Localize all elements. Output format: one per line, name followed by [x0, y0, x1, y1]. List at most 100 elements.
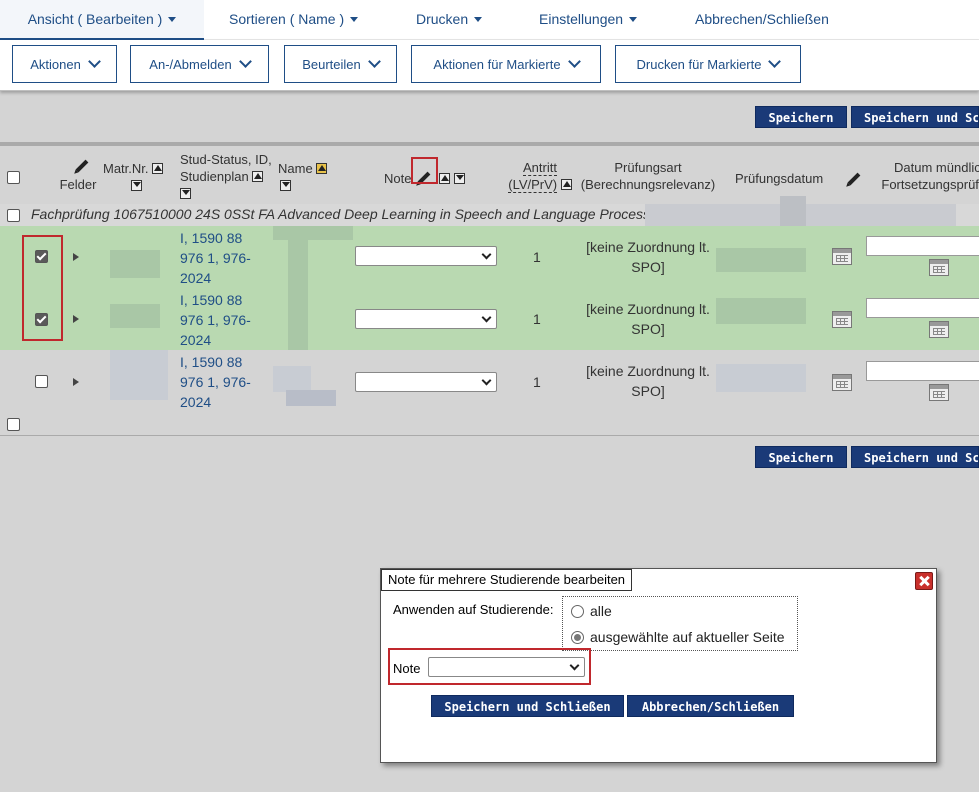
redacted-name — [288, 288, 308, 350]
dialog-cancel-button[interactable]: Abbrechen/Schließen — [627, 695, 794, 717]
calendar-icon[interactable] — [929, 259, 949, 276]
calendar-icon[interactable] — [832, 374, 852, 391]
name-column-header: Name — [278, 160, 338, 194]
apply-options-group: alle ausgewählte auf aktueller Seite — [562, 596, 798, 651]
row-checkbox[interactable] — [35, 375, 48, 388]
menu-settings-label: Einstellungen — [539, 11, 624, 27]
marked-print-button-label: Drucken für Markierte — [636, 57, 762, 72]
calendar-icon[interactable] — [832, 311, 852, 328]
datum-muendlich-input[interactable] — [866, 236, 979, 256]
redacted-date — [716, 248, 806, 272]
radio-all-label[interactable]: alle — [590, 603, 612, 619]
datum-muendlich-input[interactable] — [866, 298, 979, 318]
save-button-top[interactable]: Speichern — [755, 106, 847, 128]
dialog-save-close-button[interactable]: Speichern und Schließen — [431, 695, 624, 717]
pruefungsdatum-edit-pencil-icon[interactable] — [847, 172, 861, 186]
note-pencil-highlight — [411, 157, 438, 184]
caret-down-icon — [474, 17, 483, 22]
expand-arrow-icon[interactable] — [73, 315, 79, 323]
row-status[interactable]: I, 1590 88 976 1, 976- 2024 — [180, 228, 260, 288]
sort-ascending-icon[interactable] — [152, 163, 164, 174]
redacted-name — [273, 226, 353, 240]
redacted-area — [780, 196, 806, 226]
save-close-button-top[interactable]: Speichern und Schließen — [851, 106, 979, 128]
note-select[interactable] — [355, 372, 497, 392]
radio-selected[interactable] — [571, 631, 584, 644]
calendar-icon[interactable] — [929, 384, 949, 401]
actions-button[interactable]: Aktionen — [12, 45, 117, 83]
menu-print[interactable]: Drucken — [416, 0, 483, 38]
row-status[interactable]: I, 1590 88 976 1, 976- 2024 — [180, 290, 260, 350]
calendar-icon[interactable] — [832, 248, 852, 265]
menu-sort[interactable]: Sortieren ( Name ) — [229, 0, 359, 38]
filter-icon[interactable] — [453, 173, 465, 184]
chevron-down-icon — [367, 55, 381, 68]
redacted-date — [716, 364, 806, 392]
filter-icon[interactable] — [180, 188, 191, 199]
antritt-column-header: Antritt (LV/PrV) — [505, 159, 575, 193]
grade-button-label: Beurteilen — [302, 57, 361, 72]
expand-arrow-icon[interactable] — [73, 253, 79, 261]
redacted-name — [286, 390, 336, 406]
note-select[interactable] — [355, 309, 497, 329]
footer-checkbox[interactable] — [7, 418, 20, 431]
note-field-highlight — [388, 648, 591, 685]
pruefungsart-line: [keine Zuordnung lt. — [586, 301, 710, 317]
filter-icon[interactable] — [131, 180, 142, 191]
redacted-area — [806, 204, 956, 226]
redacted-date — [716, 298, 806, 324]
sort-ascending-icon[interactable] — [439, 173, 451, 184]
pruefungsart-line: [keine Zuordnung lt. — [586, 239, 710, 255]
menu-print-label: Drucken — [416, 11, 469, 27]
action-bar: Aktionen An-/Abmelden Beurteilen Aktione… — [0, 40, 979, 91]
row-pruefungsart: [keine Zuordnung lt. SPO] — [578, 237, 718, 277]
datum-muendlich-column-header: Datum mündlich Fortsetzungsprüfung — [866, 159, 979, 193]
status-line: 976 1, 976- — [180, 250, 251, 266]
filter-icon[interactable] — [280, 180, 291, 191]
chevron-down-icon — [567, 55, 581, 68]
datum-muendlich-header-line2: Fortsetzungsprüfung — [881, 177, 979, 192]
sort-active-icon[interactable] — [316, 163, 328, 174]
fields-column-header[interactable]: Felder — [58, 159, 98, 193]
register-button[interactable]: An-/Abmelden — [130, 45, 269, 83]
matr-header-label: Matr.Nr. — [103, 161, 149, 176]
name-header-label: Name — [278, 161, 313, 176]
pruefungsart-line: [keine Zuordnung lt. — [586, 363, 710, 379]
note-select[interactable] — [355, 246, 497, 266]
menu-settings[interactable]: Einstellungen — [539, 0, 638, 38]
group-checkbox[interactable] — [7, 209, 20, 222]
radio-all[interactable] — [571, 605, 584, 618]
datum-muendlich-input[interactable] — [866, 361, 979, 381]
select-all-checkbox[interactable] — [7, 171, 20, 184]
pencil-icon — [75, 159, 89, 173]
sort-ascending-icon[interactable] — [560, 179, 572, 190]
antritt-header-line2: (LV/PrV) — [508, 177, 558, 193]
status-column-header: Stud-Status, ID, Studienplan — [180, 151, 280, 202]
row-antritt: 1 — [533, 374, 541, 390]
table-row: I, 1590 88 976 1, 976- 2024 1 [keine Zuo… — [0, 288, 979, 350]
row-status[interactable]: I, 1590 88 976 1, 976- 2024 — [180, 352, 260, 412]
register-button-label: An-/Abmelden — [149, 57, 232, 72]
grade-button[interactable]: Beurteilen — [284, 45, 397, 83]
radio-selected-label[interactable]: ausgewählte auf aktueller Seite — [590, 629, 785, 645]
table-footer-row — [0, 413, 979, 436]
menu-view[interactable]: Ansicht ( Bearbeiten ) — [0, 0, 204, 40]
expand-arrow-icon[interactable] — [73, 378, 79, 386]
caret-down-icon — [350, 17, 359, 22]
dialog-title: Note für mehrere Studierende bearbeiten — [381, 569, 633, 591]
marked-print-button[interactable]: Drucken für Markierte — [615, 45, 801, 83]
row-antritt: 1 — [533, 311, 541, 327]
sort-ascending-icon[interactable] — [252, 171, 264, 182]
fields-header-label: Felder — [59, 177, 97, 192]
group-label: Fachprüfung 1067510000 24S 0SSt FA Advan… — [31, 206, 669, 222]
pruefungsdatum-column-header: Prüfungsdatum — [735, 170, 845, 187]
status-line: I, 1590 88 — [180, 292, 243, 308]
close-icon[interactable] — [915, 572, 933, 590]
save-close-button-bottom[interactable]: Speichern und Schließen — [851, 446, 979, 468]
marked-actions-button[interactable]: Aktionen für Markierte — [411, 45, 601, 83]
menu-cancel-close[interactable]: Abbrechen/Schließen — [695, 0, 829, 38]
calendar-icon[interactable] — [929, 321, 949, 338]
save-button-bottom[interactable]: Speichern — [755, 446, 847, 468]
pruefungsart-line: SPO] — [631, 259, 665, 275]
datum-muendlich-header-line1: Datum mündlich — [894, 160, 979, 175]
